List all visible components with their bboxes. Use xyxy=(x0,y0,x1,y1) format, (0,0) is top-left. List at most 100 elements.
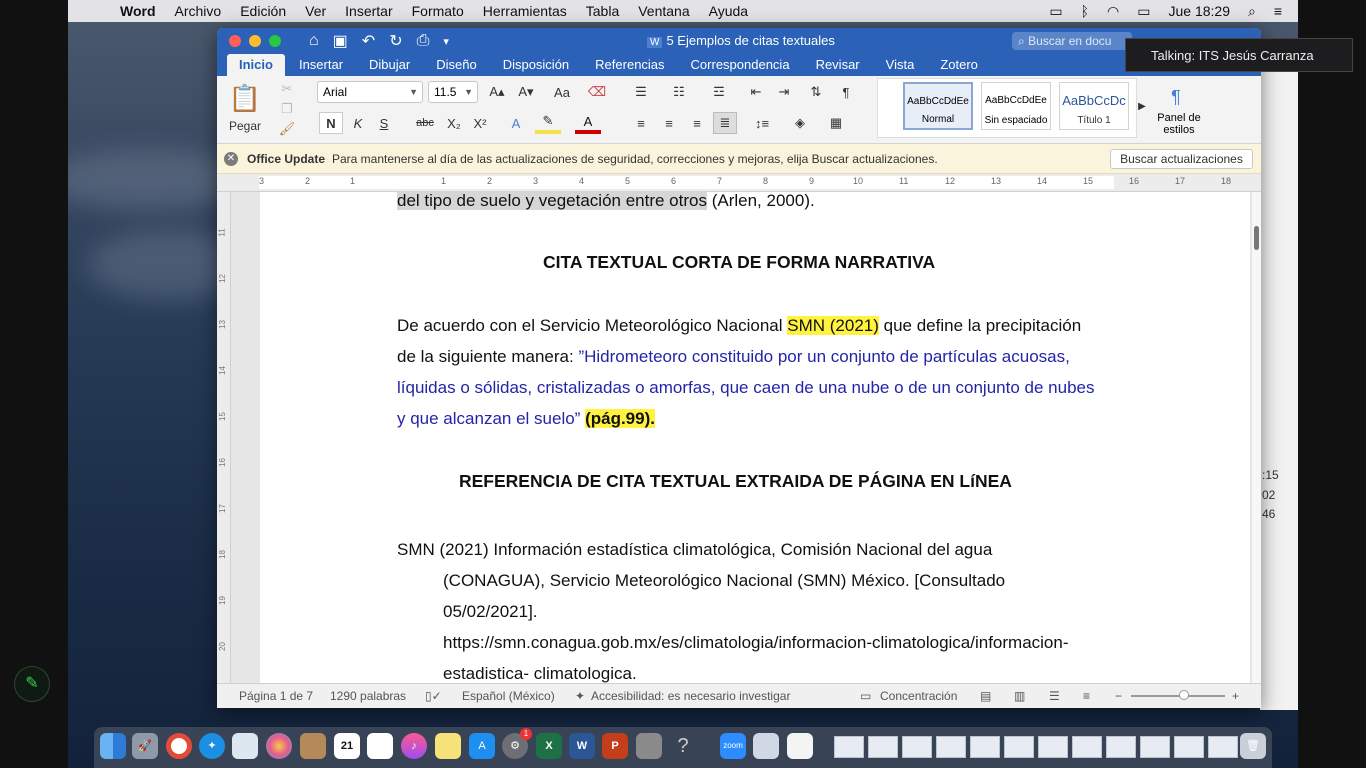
menu-ver[interactable]: Ver xyxy=(305,3,326,19)
align-left-icon[interactable]: ≡ xyxy=(629,112,653,134)
outline-view-icon[interactable]: ☰ xyxy=(1049,689,1060,703)
tab-disposicion[interactable]: Disposición xyxy=(491,54,581,76)
save-icon[interactable]: ▣ xyxy=(333,31,348,51)
bullets-icon[interactable]: ☰ xyxy=(627,82,655,102)
zoom-in-button[interactable]: + xyxy=(1232,689,1239,703)
zoom-app-icon[interactable]: zoom xyxy=(720,733,746,759)
tab-insertar[interactable]: Insertar xyxy=(287,54,355,76)
tab-vista[interactable]: Vista xyxy=(874,54,927,76)
document-icon[interactable] xyxy=(787,733,813,759)
grow-font-icon[interactable]: A▴ xyxy=(484,82,510,102)
app-store-icon[interactable]: A xyxy=(469,733,495,759)
help-icon[interactable]: ? xyxy=(670,733,696,759)
minimized-window[interactable] xyxy=(1208,736,1238,758)
minimized-window[interactable] xyxy=(970,736,1000,758)
menu-tabla[interactable]: Tabla xyxy=(586,3,619,19)
minimized-window[interactable] xyxy=(1174,736,1204,758)
calculator-icon[interactable] xyxy=(636,733,662,759)
tab-diseno[interactable]: Diseño xyxy=(424,54,488,76)
styles-pane-button[interactable]: Panel de estilos xyxy=(1149,112,1209,136)
reminders-icon[interactable] xyxy=(367,733,393,759)
copy-icon[interactable]: ❐ xyxy=(277,100,297,118)
page-count[interactable]: Página 1 de 7 xyxy=(239,689,313,703)
clock[interactable]: Jue 18:29 xyxy=(1168,3,1230,19)
underline-button[interactable]: S xyxy=(373,112,395,134)
zoom-slider[interactable] xyxy=(1131,695,1225,697)
print-icon[interactable]: ⎙ xyxy=(417,32,430,50)
check-updates-button[interactable]: Buscar actualizaciones xyxy=(1110,149,1253,169)
word-count[interactable]: 1290 palabras xyxy=(330,689,406,703)
document-page[interactable]: del tipo de suelo y vegetación entre otr… xyxy=(260,191,1250,683)
focus-icon[interactable]: ▭ xyxy=(860,689,871,703)
launchpad-icon[interactable]: 🚀 xyxy=(132,733,158,759)
customize-toolbar-icon[interactable]: ▾ xyxy=(443,35,449,48)
bluetooth-icon[interactable]: ᛒ xyxy=(1081,3,1089,19)
clear-formatting-icon[interactable]: ⌫ xyxy=(585,82,609,102)
numbering-icon[interactable]: ☷ xyxy=(665,82,693,102)
menu-ventana[interactable]: Ventana xyxy=(638,3,689,19)
scanner-icon[interactable] xyxy=(753,733,779,759)
accessibility-icon[interactable]: ✦ xyxy=(575,689,585,703)
shading-icon[interactable]: ◈ xyxy=(787,112,813,134)
home-icon[interactable]: ⌂ xyxy=(309,32,319,50)
font-color-icon[interactable]: A xyxy=(575,112,601,134)
zoom-slider-thumb[interactable] xyxy=(1179,690,1189,700)
vertical-ruler[interactable]: 11 12 13 14 15 16 17 18 19 20 xyxy=(217,192,231,683)
borders-icon[interactable]: ▦ xyxy=(823,112,849,134)
contacts-icon[interactable] xyxy=(300,733,326,759)
safari-icon[interactable]: ✦ xyxy=(199,733,225,759)
tab-correspondencia[interactable]: Correspondencia xyxy=(679,54,802,76)
photos-icon[interactable] xyxy=(266,733,292,759)
zoom-out-button[interactable]: − xyxy=(1115,689,1122,703)
minimized-window[interactable] xyxy=(868,736,898,758)
chrome-icon[interactable] xyxy=(166,733,192,759)
scrollbar-thumb[interactable] xyxy=(1254,226,1259,250)
minimized-window[interactable] xyxy=(936,736,966,758)
music-icon[interactable]: ♪ xyxy=(401,733,427,759)
paste-icon[interactable]: 📋 xyxy=(227,80,263,116)
tab-revisar[interactable]: Revisar xyxy=(804,54,872,76)
line-spacing-icon[interactable]: ↕≡ xyxy=(747,112,777,134)
zoom-window-button[interactable] xyxy=(269,35,281,47)
shrink-font-icon[interactable]: A▾ xyxy=(513,82,539,102)
styles-more-arrow-icon[interactable]: ▶ xyxy=(1135,96,1149,116)
menu-app-name[interactable]: Word xyxy=(120,3,156,19)
decrease-indent-icon[interactable]: ⇤ xyxy=(744,82,768,102)
increase-indent-icon[interactable]: ⇥ xyxy=(772,82,796,102)
print-layout-icon[interactable]: ▤ xyxy=(980,689,991,703)
highlight-color-icon[interactable]: ✎ xyxy=(535,112,561,134)
subscript-icon[interactable]: X₂ xyxy=(443,112,465,134)
minimized-window[interactable] xyxy=(902,736,932,758)
bold-button[interactable]: N xyxy=(319,112,343,134)
italic-button[interactable]: K xyxy=(347,112,369,134)
tab-zotero[interactable]: Zotero xyxy=(928,54,990,76)
minimized-window[interactable] xyxy=(1038,736,1068,758)
wifi-icon[interactable]: ◠ xyxy=(1107,3,1119,20)
notes-icon[interactable] xyxy=(435,733,461,759)
pen-tool-icon[interactable]: ✎ xyxy=(14,666,50,702)
change-case-icon[interactable]: Aa xyxy=(547,82,577,102)
font-name-select[interactable]: Arial ▼ xyxy=(317,81,423,103)
justify-icon[interactable]: ≣ xyxy=(713,112,737,134)
menu-archivo[interactable]: Archivo xyxy=(175,3,222,19)
superscript-icon[interactable]: X² xyxy=(469,112,491,134)
focus-mode-button[interactable]: Concentración xyxy=(880,689,957,703)
control-center-icon[interactable]: ≡ xyxy=(1274,3,1282,19)
paste-button[interactable]: Pegar xyxy=(225,118,265,134)
airplay-icon[interactable]: ▭ xyxy=(1049,3,1062,20)
tab-dibujar[interactable]: Dibujar xyxy=(357,54,422,76)
accessibility-status[interactable]: Accesibilidad: es necesario investigar xyxy=(591,689,790,703)
minimized-window[interactable] xyxy=(1004,736,1034,758)
minimized-window[interactable] xyxy=(1140,736,1170,758)
search-icon[interactable]: ⌕ xyxy=(1248,3,1256,20)
word-icon[interactable]: W xyxy=(569,733,595,759)
minimize-window-button[interactable] xyxy=(249,35,261,47)
tab-referencias[interactable]: Referencias xyxy=(583,54,676,76)
menu-herramientas[interactable]: Herramientas xyxy=(483,3,567,19)
finder-icon[interactable] xyxy=(100,733,126,759)
strikethrough-button[interactable]: abc xyxy=(411,112,439,134)
style-normal[interactable]: AaBbCcDdEe Normal xyxy=(903,82,973,130)
reference-url[interactable]: https://smn.conagua.gob.mx/es/climatolog… xyxy=(443,627,1069,658)
calendar-icon[interactable]: 21 xyxy=(334,733,360,759)
menu-insertar[interactable]: Insertar xyxy=(345,3,392,19)
